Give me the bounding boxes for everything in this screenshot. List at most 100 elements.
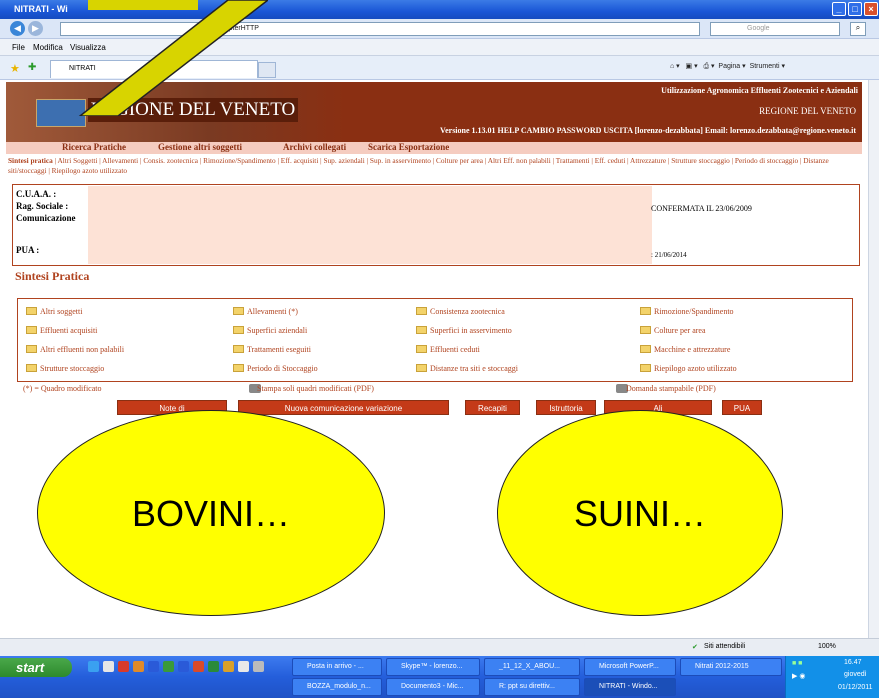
practice-info-box: C.U.A.A. : Rag. Sociale : Comunicazione … <box>12 184 860 266</box>
section-title: Sintesi Pratica <box>15 269 90 283</box>
nav-archivi-collegati[interactable]: Archivi collegati <box>283 142 346 152</box>
vertical-scrollbar[interactable] <box>868 80 879 638</box>
folder-icon <box>233 326 244 334</box>
grid-item[interactable]: Superfici aziendali <box>233 326 307 335</box>
print-all-link[interactable]: Domanda stampabile (PDF) <box>616 384 716 393</box>
folder-icon <box>416 326 427 334</box>
nuova-comunicazione-button[interactable]: Nuova comunicazione variazione <box>238 400 449 415</box>
grid-item[interactable]: Trattamenti eseguiti <box>233 345 311 354</box>
close-button[interactable]: × <box>864 2 878 16</box>
quicklaunch-icon[interactable] <box>253 661 264 672</box>
back-icon[interactable]: ◀ <box>10 21 25 36</box>
home-icon[interactable]: ⌂ ▾ <box>670 63 680 70</box>
suini-callout: SUINI… <box>497 410 783 616</box>
label-blank <box>16 224 76 236</box>
quicklaunch-icon[interactable] <box>118 661 129 672</box>
grid-item[interactable]: Effluenti acquisiti <box>26 326 97 335</box>
folder-icon <box>416 345 427 353</box>
region-label: REGIONE DEL VENETO <box>759 106 856 116</box>
nav-ricerca-pratiche[interactable]: Ricerca Pratiche <box>62 142 126 152</box>
quicklaunch-icon[interactable] <box>193 661 204 672</box>
quicklaunch-icon[interactable] <box>148 661 159 672</box>
add-favorite-icon[interactable]: ✚ <box>28 62 36 73</box>
forward-icon[interactable]: ▶ <box>28 21 43 36</box>
grid-item[interactable]: Distanze tra siti e stoccaggi <box>416 364 518 373</box>
folder-icon <box>26 307 37 315</box>
taskbar: start Posta in arrivo - ... Skype™ - lor… <box>0 656 879 698</box>
print-icon[interactable]: ⎙ ▾ <box>703 63 714 70</box>
taskbar-item[interactable]: Documento3 - Mic... <box>386 678 480 696</box>
nav-scarica-esportazione[interactable]: Scarica Esportazione <box>368 142 449 152</box>
grid-item[interactable]: Effluenti ceduti <box>416 345 480 354</box>
taskbar-item[interactable]: Nitrati 2012-2015 <box>680 658 782 676</box>
label-cuaa: C.U.A.A. : <box>16 189 57 199</box>
menu-modifica[interactable]: Modifica <box>33 43 63 52</box>
quicklaunch-icon[interactable] <box>208 661 219 672</box>
browser-status-bar: ✔ Siti attendibili 100% <box>0 638 879 656</box>
clock-time[interactable]: 16.47 <box>844 659 862 666</box>
search-icon[interactable]: ⌕ <box>850 22 866 36</box>
minimize-button[interactable]: _ <box>832 2 846 16</box>
ie-icon[interactable] <box>88 661 99 672</box>
recapiti-button[interactable]: Recapiti <box>465 400 520 415</box>
zoom-label[interactable]: 100% <box>818 643 836 650</box>
strumenti-menu[interactable]: Strumenti <box>750 63 780 70</box>
start-button[interactable]: start <box>0 658 72 677</box>
taskbar-item[interactable]: Posta in arrivo - ... <box>292 658 382 676</box>
search-input[interactable]: Google <box>710 22 840 36</box>
grid-item[interactable]: Colture per area <box>640 326 706 335</box>
grid-item[interactable]: Riepilogo azoto utilizzato <box>640 364 737 373</box>
grid-item[interactable]: Strutture stoccaggio <box>26 364 104 373</box>
nav-gestione-altri-soggetti[interactable]: Gestione altri soggetti <box>158 142 242 152</box>
grid-item[interactable]: Altri soggetti <box>26 307 82 316</box>
sintesi-grid: Altri soggetti Allevamenti (*) Consisten… <box>17 298 853 382</box>
print-modified-link[interactable]: Stampa soli quadri modificati (PDF) <box>249 384 374 393</box>
sub-nav-links[interactable]: | Altri Soggetti | Allevamenti | Consis.… <box>8 156 829 175</box>
info-values-area <box>88 186 652 264</box>
grid-item[interactable]: Altri effluenti non palabili <box>26 345 124 354</box>
folder-icon <box>416 364 427 372</box>
taskbar-item[interactable]: Microsoft PowerP... <box>584 658 676 676</box>
taskbar-item[interactable]: R: ppt su direttiv... <box>484 678 580 696</box>
window-title: NITRATI - Wi <box>14 4 68 14</box>
tray-icon[interactable]: ■ ■ <box>792 660 802 667</box>
folder-icon <box>26 326 37 334</box>
grid-item[interactable]: Superfici in asservimento <box>416 326 512 335</box>
taskbar-item[interactable]: Skype™ - lorenzo... <box>386 658 480 676</box>
grid-item[interactable]: Rimozione/Spandimento <box>640 307 734 316</box>
quicklaunch-icon[interactable] <box>163 661 174 672</box>
sub-nav[interactable]: Sintesi pratica | Altri Soggetti | Allev… <box>8 156 868 176</box>
istruttoria-button[interactable]: Istruttoria <box>536 400 596 415</box>
version-bar[interactable]: Versione 1.13.01 HELP CAMBIO PASSWORD US… <box>440 126 856 135</box>
taskbar-item-active[interactable]: NITRATI - Windo... <box>584 678 676 696</box>
folder-icon <box>233 345 244 353</box>
grid-item[interactable]: Macchine e attrezzature <box>640 345 730 354</box>
pua-button[interactable]: PUA <box>722 400 762 415</box>
yellow-arrow-icon <box>78 0 268 116</box>
quicklaunch-icon[interactable] <box>238 661 249 672</box>
check-icon: ✔ <box>692 644 698 651</box>
taskbar-item[interactable]: BOZZA_modulo_n... <box>292 678 382 696</box>
menu-file[interactable]: File <box>12 43 25 52</box>
zone-label: Siti attendibili <box>704 643 746 650</box>
taskbar-item[interactable]: _11_12_X_ABOU... <box>484 658 580 676</box>
feeds-icon[interactable]: ▣ ▾ <box>686 63 698 70</box>
quicklaunch-icon[interactable] <box>133 661 144 672</box>
quicklaunch-icon[interactable] <box>223 661 234 672</box>
favorites-star-icon[interactable]: ★ <box>10 62 20 75</box>
clock-day: giovedì <box>844 671 867 678</box>
pua-date: : 21/06/2014 <box>651 251 687 259</box>
grid-item[interactable]: Consistenza zootecnica <box>416 307 505 316</box>
maximize-button[interactable]: □ <box>848 2 862 16</box>
sub-nav-active[interactable]: Sintesi pratica <box>8 156 53 165</box>
quicklaunch-icon[interactable] <box>178 661 189 672</box>
tray-icon[interactable]: ▶ ◉ <box>792 672 805 680</box>
grid-item[interactable]: Periodo di Stoccaggio <box>233 364 318 373</box>
quicklaunch-icon[interactable] <box>103 661 114 672</box>
folder-icon <box>26 364 37 372</box>
pagina-menu[interactable]: Pagina <box>718 63 740 70</box>
folder-icon <box>233 307 244 315</box>
clock-date: 01/12/2011 <box>838 684 873 691</box>
folder-icon <box>640 364 651 372</box>
grid-item[interactable]: Allevamenti (*) <box>233 307 298 316</box>
